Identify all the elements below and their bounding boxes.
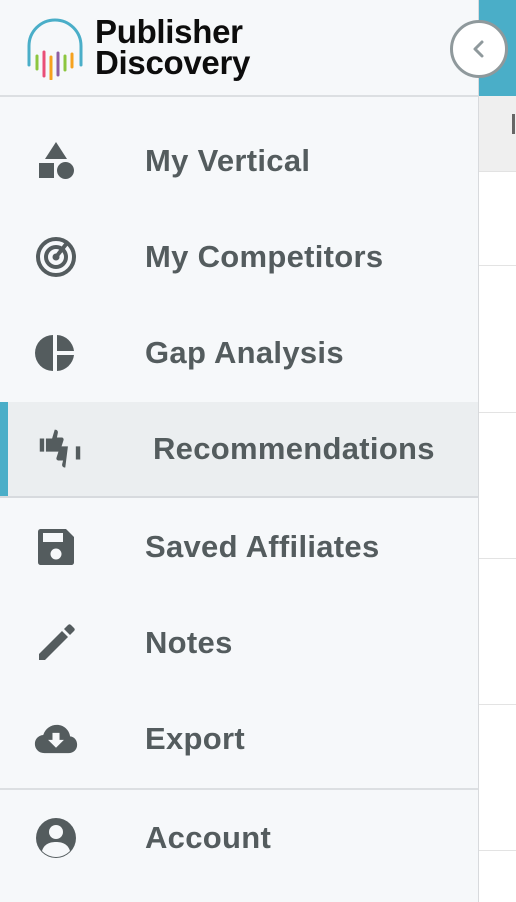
main-content-peek [478, 0, 516, 902]
sidebar-item-notes[interactable]: Notes [0, 595, 478, 691]
brand-name: Publisher Discovery [95, 13, 251, 81]
account-circle-icon [34, 816, 78, 860]
sidebar-item-label: My Vertical [145, 143, 311, 178]
active-indicator [0, 402, 8, 496]
content-card [478, 172, 516, 266]
pencil-icon [34, 621, 78, 665]
sidebar-item-my-vertical[interactable]: My Vertical [0, 113, 478, 209]
sidebar-item-label: My Competitors [145, 239, 384, 274]
sidebar-item-label: Recommendations [153, 431, 435, 466]
chevron-left-icon [473, 40, 484, 58]
sidebar-item-saved-affiliates[interactable]: Saved Affiliates [0, 499, 478, 595]
brand-header: Publisher Discovery [0, 0, 478, 97]
content-card [478, 705, 516, 851]
collapse-sidebar-button[interactable] [450, 20, 508, 78]
save-floppy-icon [34, 525, 78, 569]
sidebar-item-export[interactable]: Export [0, 691, 478, 787]
sidebar-item-label: Saved Affiliates [145, 529, 380, 564]
radar-target-icon [34, 235, 78, 279]
cloud-download-icon [34, 717, 78, 761]
brand-name-line2: Discovery [95, 44, 251, 81]
sidebar-item-gap-analysis[interactable]: Gap Analysis [0, 305, 478, 401]
pie-chart-icon [34, 331, 78, 375]
sidebar-item-label: Account [145, 820, 272, 855]
main-subheader [478, 96, 516, 172]
sidebar-item-label: Gap Analysis [145, 335, 344, 370]
brand-name-line1: Publisher [95, 13, 243, 50]
sidebar-item-label: Notes [145, 625, 233, 660]
content-card [478, 413, 516, 559]
sidebar-item-recommendations[interactable]: Recommendations [0, 402, 478, 498]
thumbs-up-down-icon [38, 427, 82, 471]
content-card [478, 559, 516, 705]
sidebar-item-my-competitors[interactable]: My Competitors [0, 209, 478, 305]
app-window: Publisher Discovery My Vertical My Compe… [0, 0, 516, 902]
sidebar-item-label: Export [145, 721, 245, 756]
shapes-icon [34, 139, 78, 183]
sidebar-item-account[interactable]: Account [0, 790, 478, 886]
soundwave-headphones-logo-icon [27, 18, 83, 80]
sidebar: Publisher Discovery My Vertical My Compe… [0, 0, 479, 902]
content-card [478, 266, 516, 413]
